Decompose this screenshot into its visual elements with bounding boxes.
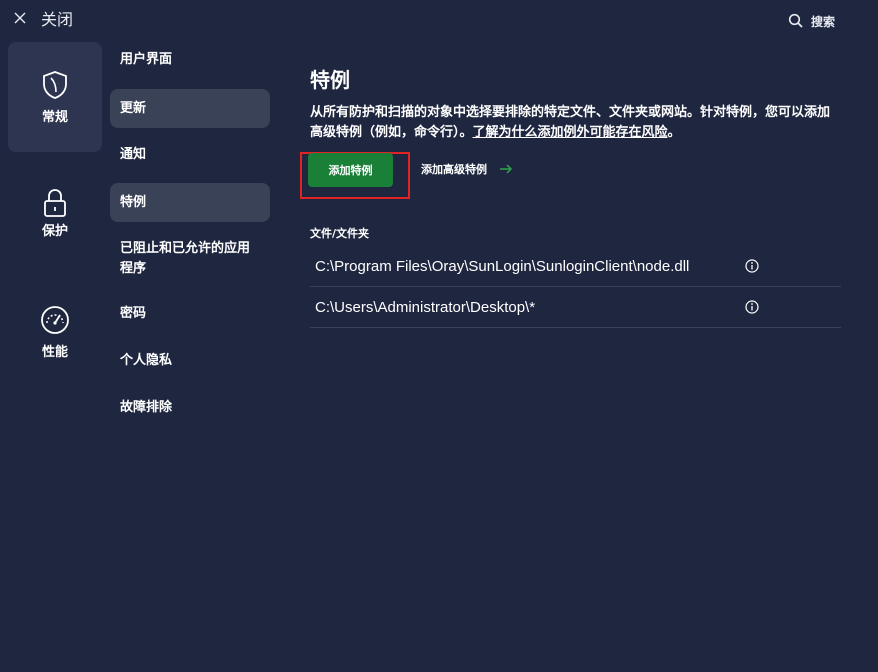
search-icon [788, 13, 803, 28]
exception-row[interactable]: C:\Users\Administrator\Desktop\* [310, 287, 841, 328]
add-exception-button[interactable]: 添加特例 [308, 153, 393, 187]
category-label: 常规 [41, 110, 68, 125]
search-button[interactable]: 搜索 [788, 11, 835, 31]
learn-more-link[interactable]: 了解为什么添加例外可能存在风险 [473, 125, 668, 140]
category-general[interactable]: 常规 [8, 42, 102, 152]
lock-icon [44, 189, 66, 217]
subnav-item-update[interactable]: 更新 [110, 89, 270, 128]
subnav-item-label: 密码 [120, 306, 147, 321]
close-button[interactable]: 关闭 [12, 6, 73, 30]
category-protection[interactable]: 保护 [8, 188, 102, 248]
add-advanced-label: 添加高级特例 [421, 163, 487, 176]
page-title: 特例 [310, 68, 350, 92]
info-icon[interactable] [745, 300, 759, 314]
subnav-item-label: 更新 [120, 100, 147, 116]
subnav-item-label: 通知 [120, 147, 147, 162]
search-label: 搜索 [811, 14, 836, 29]
subnav-item-blocked-allowed-apps[interactable]: 已阻止和已允许的应用程序 [110, 239, 270, 279]
subnav-item-label: 已阻止和已允许的应用程序 [120, 241, 251, 276]
exception-path: C:\Users\Administrator\Desktop\* [315, 298, 536, 316]
category-performance[interactable]: 性能 [8, 305, 102, 365]
subnav-item-troubleshooting[interactable]: 故障排除 [110, 398, 270, 418]
subnav-item-privacy[interactable]: 个人隐私 [110, 351, 270, 371]
description-suffix: 。 [667, 125, 681, 140]
exception-path: C:\Program Files\Oray\SunLogin\SunloginC… [315, 257, 690, 275]
subnav-item-label: 故障排除 [120, 400, 173, 415]
subnav-item-notifications[interactable]: 通知 [110, 145, 270, 165]
subnav-item-label: 用户界面 [120, 52, 173, 67]
category-label: 性能 [41, 345, 68, 360]
subnav-item-ui[interactable]: 用户界面 [110, 50, 270, 70]
close-icon [14, 12, 26, 24]
info-icon[interactable] [745, 259, 759, 273]
shield-icon [43, 71, 67, 99]
subnav-item-exceptions[interactable]: 特例 [110, 183, 270, 222]
add-advanced-exception-link[interactable]: 添加高级特例 [421, 159, 513, 179]
subnav-item-passwords[interactable]: 密码 [110, 304, 270, 324]
exception-row[interactable]: C:\Program Files\Oray\SunLogin\SunloginC… [310, 246, 841, 287]
category-label: 保护 [41, 224, 68, 239]
arrow-right-icon [500, 164, 513, 174]
gauge-icon [41, 306, 69, 334]
close-label: 关闭 [41, 10, 74, 29]
subnav-item-label: 特例 [120, 194, 147, 210]
subnav-item-label: 个人隐私 [120, 353, 173, 368]
page-description: 从所有防护和扫描的对象中选择要排除的特定文件、文件夹或网站。针对特例，您可以添加… [310, 103, 840, 143]
list-header: 文件/文件夹 [310, 227, 370, 240]
